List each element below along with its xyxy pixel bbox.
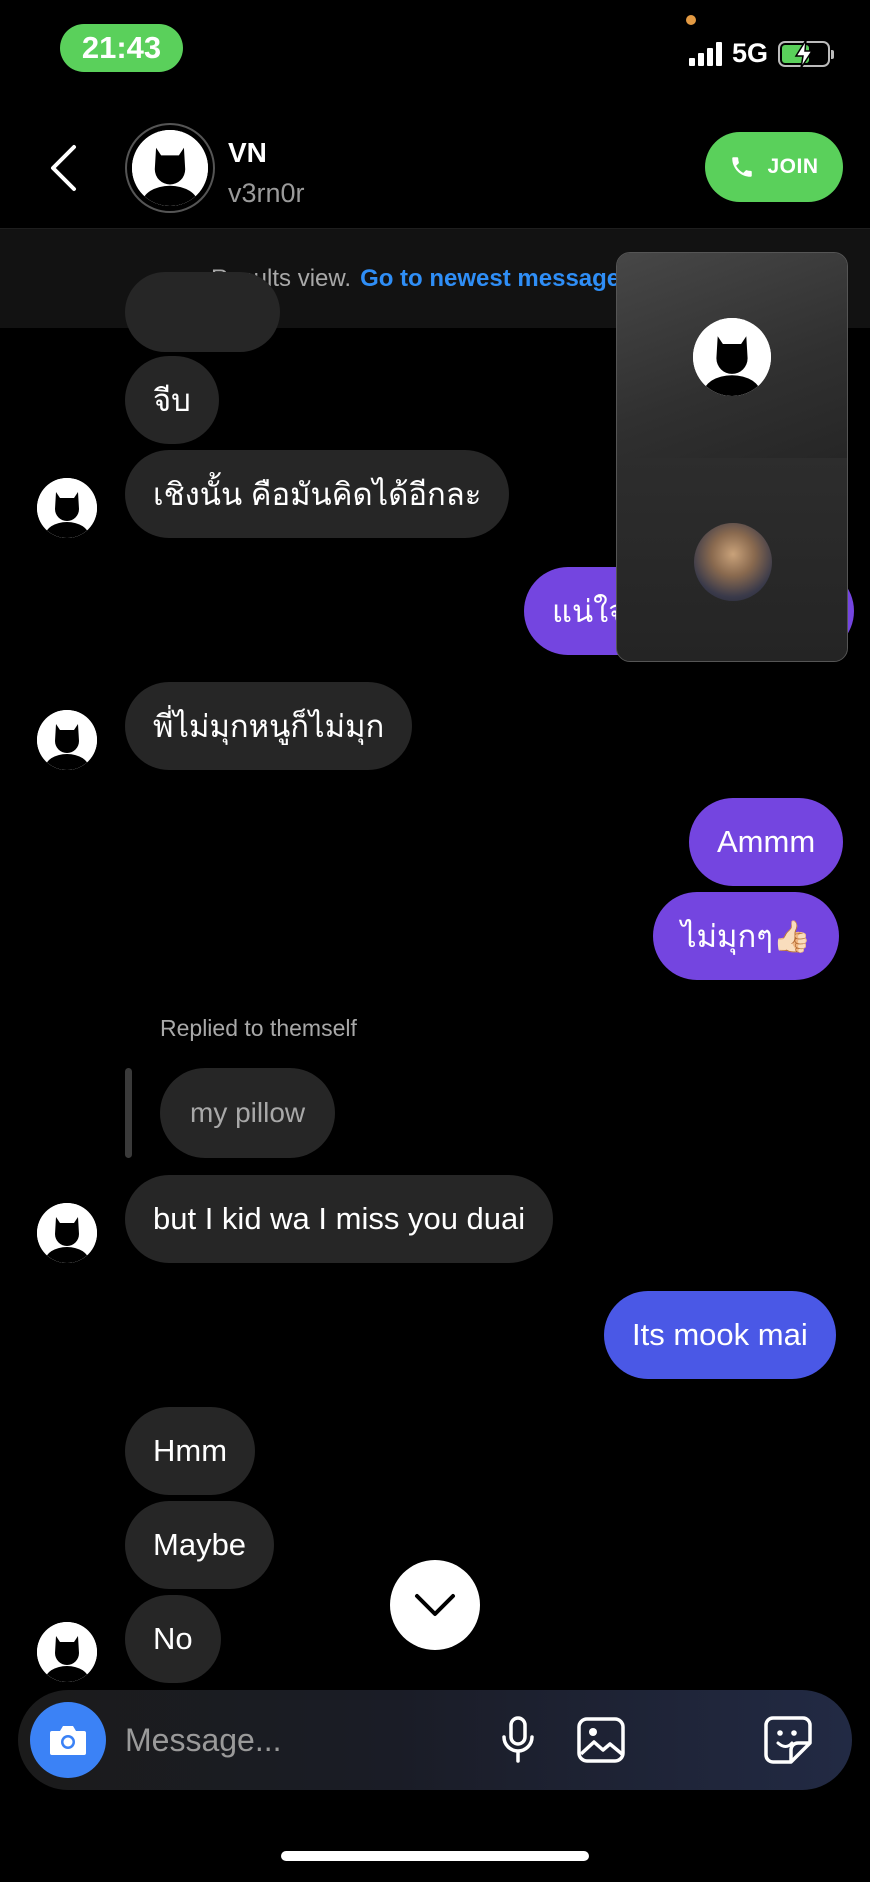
privacy-indicator-dot	[686, 15, 696, 25]
reply-context-label: Replied to themself	[160, 1015, 357, 1041]
quoted-message[interactable]: my pillow	[160, 1068, 336, 1158]
status-indicators: 5G	[688, 38, 834, 69]
network-label: 5G	[731, 38, 768, 68]
default-avatar-icon	[37, 478, 97, 538]
message-input[interactable]	[125, 1710, 485, 1770]
message-bubble[interactable]: จีบ	[125, 356, 219, 444]
contact-name[interactable]: VN	[228, 137, 267, 169]
default-avatar-icon	[132, 130, 208, 206]
status-time: 21:43	[60, 24, 183, 72]
pip-self-avatar	[694, 523, 772, 601]
join-call-button[interactable]: JOIN	[705, 132, 843, 202]
default-avatar-icon	[37, 1622, 97, 1682]
default-avatar-icon	[37, 1203, 97, 1263]
contact-avatar[interactable]	[125, 123, 215, 213]
microphone-icon	[502, 1716, 534, 1763]
go-to-newest-link[interactable]: Go to newest messages	[360, 265, 633, 293]
message-bubble[interactable]: No	[125, 1595, 221, 1683]
message-bubble[interactable]: Maybe	[125, 1501, 275, 1589]
message-bubble[interactable]	[125, 272, 280, 352]
scroll-to-bottom-button[interactable]	[390, 1560, 480, 1650]
chevron-down-icon	[415, 1594, 455, 1616]
signal-icon	[688, 41, 722, 66]
message-bubble[interactable]: Its mook mai	[604, 1291, 836, 1379]
gallery-icon	[577, 1717, 625, 1763]
message-bubble[interactable]: ไม่มุกๆ👍🏻	[653, 892, 840, 980]
message-bubble[interactable]: พี่ไม่มุกหนูก็ไม่มุก	[125, 682, 413, 770]
battery-icon	[778, 39, 834, 68]
message-bubble[interactable]: but I kid wa I miss you duai	[125, 1175, 554, 1263]
camera-button[interactable]	[30, 1702, 106, 1778]
sticker-button[interactable]	[760, 1712, 816, 1768]
sender-avatar[interactable]	[37, 478, 97, 538]
message-bubble[interactable]: Ammm	[689, 798, 844, 886]
camera-icon	[50, 1726, 86, 1755]
sender-avatar[interactable]	[37, 1622, 97, 1682]
message-bubble[interactable]: Hmm	[125, 1407, 256, 1495]
contact-username[interactable]: v3rn0r	[228, 178, 305, 209]
default-avatar-icon	[37, 710, 97, 770]
gallery-button[interactable]	[573, 1712, 629, 1768]
back-arrow-icon	[51, 145, 76, 191]
microphone-button[interactable]	[490, 1712, 546, 1768]
message-bubble[interactable]: เชิงนั้น คือมันคิดได้อีกละ	[125, 450, 510, 538]
default-avatar-icon	[693, 318, 771, 396]
reply-quote-bar	[125, 1068, 132, 1158]
phone-icon	[732, 157, 753, 177]
pip-remote-avatar	[693, 318, 771, 396]
call-pip-window[interactable]	[616, 252, 848, 662]
sender-avatar[interactable]	[37, 710, 97, 770]
sticker-icon	[764, 1716, 812, 1764]
home-indicator	[281, 1851, 589, 1861]
sender-avatar[interactable]	[37, 1203, 97, 1263]
message-composer	[18, 1690, 852, 1790]
join-label: JOIN	[767, 155, 819, 178]
back-button[interactable]	[48, 140, 92, 196]
